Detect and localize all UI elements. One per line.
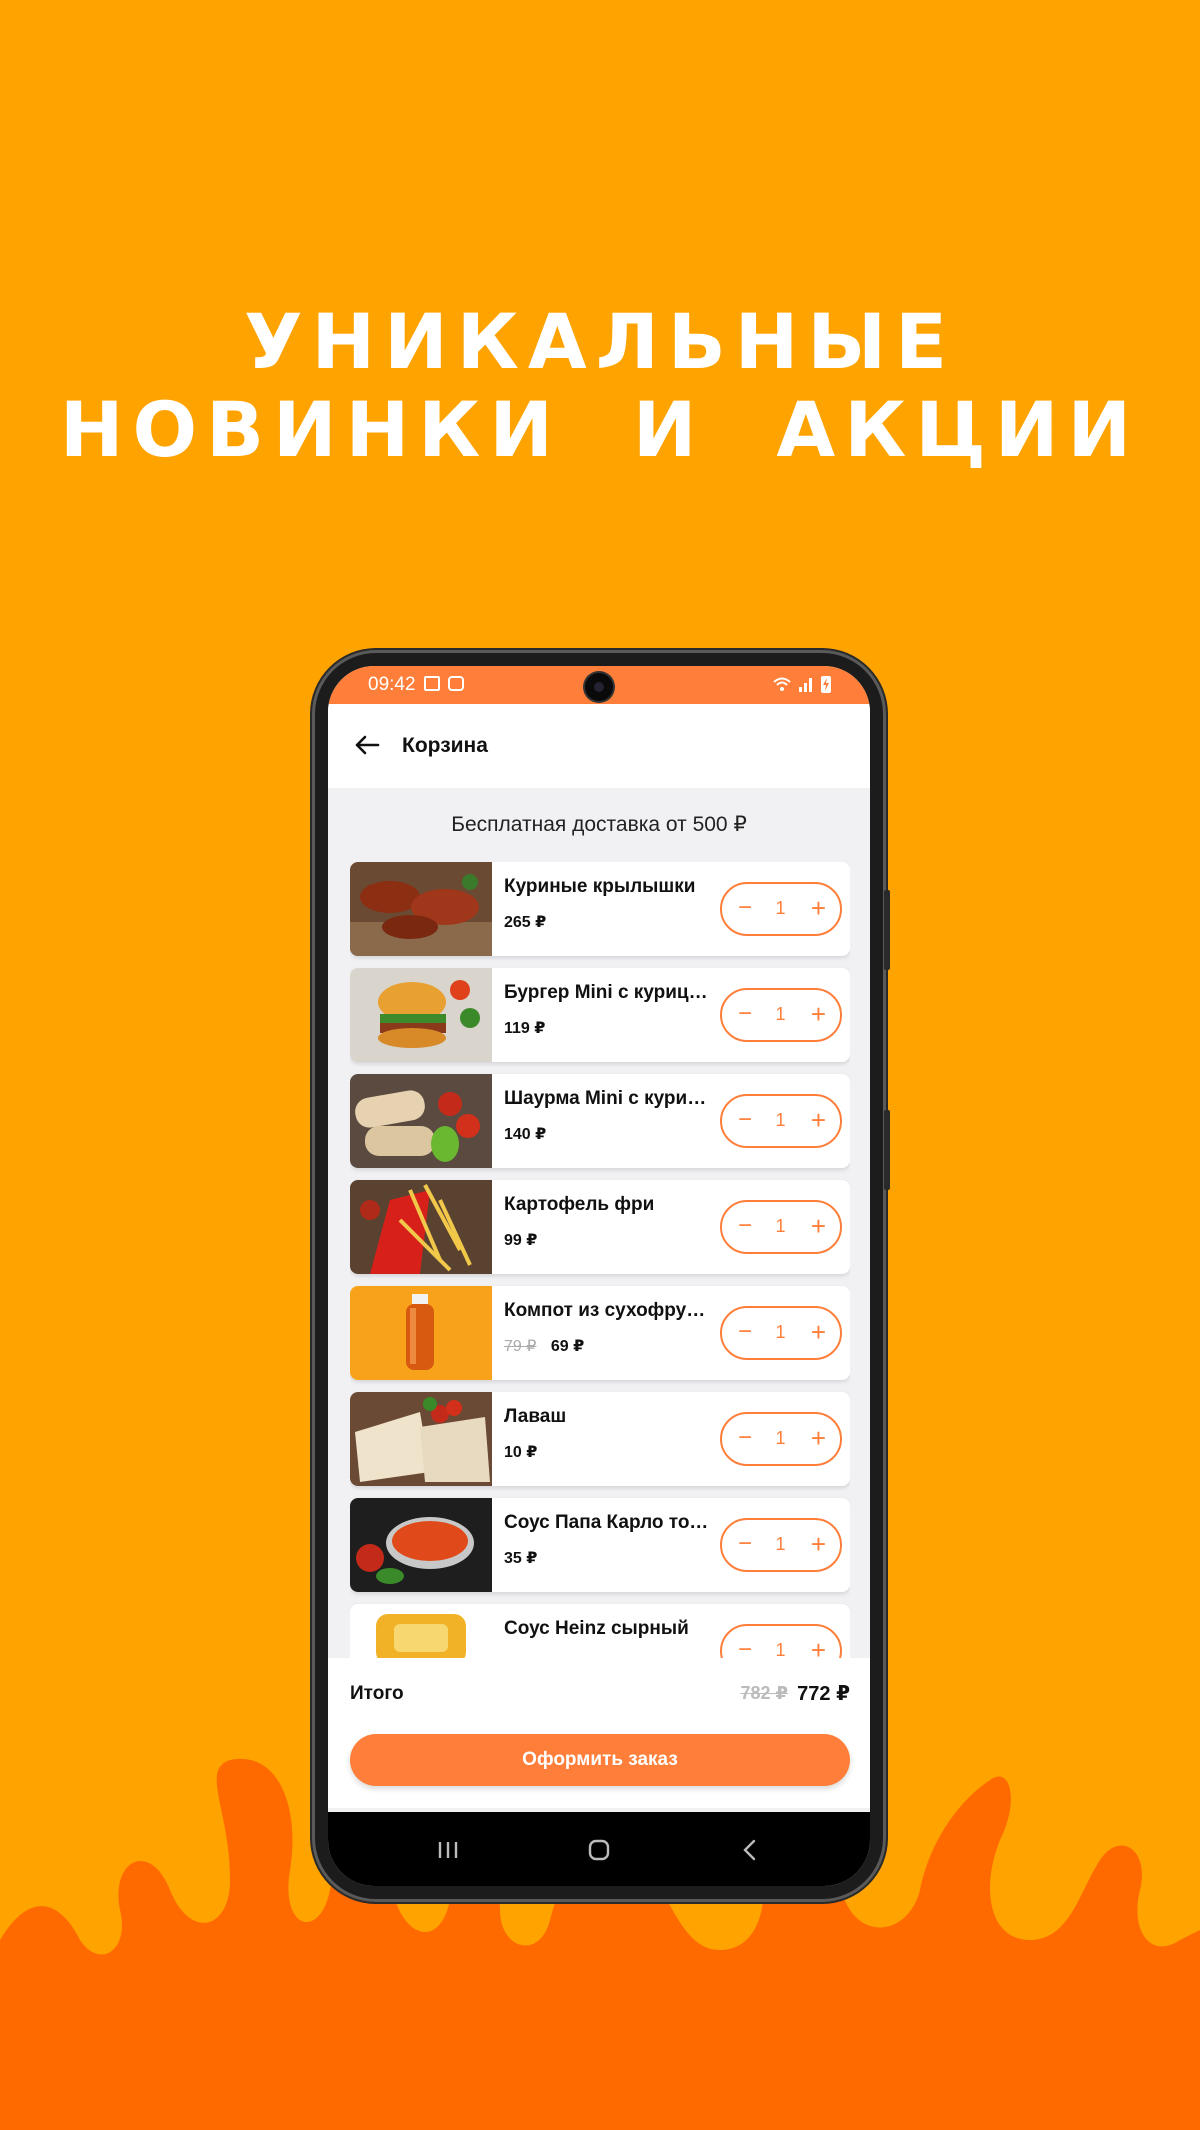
headline-line-1: УНИКАЛЬНЫЕ	[243, 297, 957, 386]
status-time: 09:42	[368, 674, 416, 695]
item-price-row: 140 ₽	[504, 1124, 546, 1144]
cart-item-cheese-sauce[interactable]: Соус Heinz сырный − 1 +	[350, 1604, 850, 1658]
total-price: 772 ₽	[797, 1683, 850, 1705]
home-icon[interactable]	[579, 1830, 619, 1870]
front-camera	[585, 673, 613, 701]
item-price-row: 99 ₽	[504, 1230, 537, 1250]
plus-icon[interactable]: +	[811, 1531, 826, 1557]
plus-icon[interactable]: +	[811, 1319, 826, 1345]
quantity-stepper[interactable]: − 1 +	[720, 1200, 842, 1254]
item-name: Соус Папа Карло томатный	[504, 1512, 709, 1533]
quantity-stepper[interactable]: − 1 +	[720, 1624, 842, 1658]
fries-image	[350, 1180, 492, 1274]
plus-icon[interactable]: +	[811, 895, 826, 921]
item-price-row: 10 ₽	[504, 1442, 537, 1462]
item-price-row: 119 ₽	[504, 1018, 545, 1038]
item-name: Соус Heinz сырный	[504, 1618, 689, 1639]
cart-item-compote[interactable]: Компот из сухофруктов 79 ₽ 69 ₽ − 1 +	[350, 1286, 850, 1380]
quantity-stepper[interactable]: − 1 +	[720, 988, 842, 1042]
tomato-sauce-image	[350, 1498, 492, 1592]
quantity-stepper[interactable]: − 1 +	[720, 882, 842, 936]
phone-power-button	[884, 1110, 890, 1190]
battery-charging-icon	[821, 676, 831, 693]
arrow-left-icon[interactable]	[350, 728, 384, 762]
cart-item-shawarma[interactable]: Шаурма Mini с курицей 140 ₽ − 1 +	[350, 1074, 850, 1168]
cart-item-fries[interactable]: Картофель фри 99 ₽ − 1 +	[350, 1180, 850, 1274]
lavash-image	[350, 1392, 492, 1486]
item-price: 265 ₽	[504, 914, 547, 931]
item-name: Бургер Mini с курицей	[504, 982, 709, 1003]
item-price: 140 ₽	[504, 1126, 547, 1143]
item-price: 69 ₽	[550, 1338, 585, 1355]
wifi-icon	[773, 677, 791, 691]
plus-icon[interactable]: +	[811, 1637, 826, 1658]
item-price-row: 265 ₽	[504, 912, 546, 932]
plus-icon[interactable]: +	[811, 1107, 826, 1133]
item-price-row: 35 ₽	[504, 1548, 537, 1568]
free-delivery-note: Бесплатная доставка от 500 ₽	[451, 813, 747, 836]
item-price-row: 79 ₽ 69 ₽	[504, 1336, 584, 1356]
shawarma-image	[350, 1074, 492, 1168]
plus-icon[interactable]: +	[811, 1425, 826, 1451]
recent-apps-icon[interactable]	[428, 1830, 468, 1870]
cart-item-burger[interactable]: Бургер Mini с курицей 119 ₽ − 1 +	[350, 968, 850, 1062]
promo-headline: УНИКАЛЬНЫЕ НОВИНКИ И АКЦИИ	[0, 298, 1200, 474]
app-bar: Корзина	[328, 704, 870, 788]
burger-image	[350, 968, 492, 1062]
signal-icon	[799, 678, 812, 692]
item-price: 35 ₽	[504, 1550, 538, 1567]
phone-volume-button	[884, 890, 890, 970]
phone-screen: 09:42 Корзина Бесплатная доставка от 500…	[328, 666, 870, 1886]
page-title: Корзина	[402, 734, 488, 757]
item-price: 119 ₽	[504, 1020, 546, 1037]
item-price: 10 ₽	[504, 1444, 538, 1461]
order-summary: Итого 782 ₽ 772 ₽ Оформить заказ	[328, 1658, 870, 1808]
image-icon	[424, 676, 440, 691]
compote-bottle-image	[350, 1286, 492, 1380]
total-old-price: 782 ₽	[740, 1683, 788, 1703]
item-name: Куриные крылышки	[504, 876, 696, 897]
cart-item-tomato-sauce[interactable]: Соус Папа Карло томатный 35 ₽ − 1 +	[350, 1498, 850, 1592]
status-bar: 09:42	[328, 666, 870, 704]
checkout-button[interactable]: Оформить заказ	[350, 1734, 850, 1786]
plus-icon[interactable]: +	[811, 1213, 826, 1239]
total-label: Итого	[350, 1683, 404, 1704]
item-price: 99 ₽	[504, 1232, 538, 1249]
item-name: Шаурма Mini с курицей	[504, 1088, 709, 1109]
cart-item-lavash[interactable]: Лаваш 10 ₽ − 1 +	[350, 1392, 850, 1486]
plus-icon[interactable]: +	[811, 1001, 826, 1027]
quantity-stepper[interactable]: − 1 +	[720, 1518, 842, 1572]
quantity-stepper[interactable]: − 1 +	[720, 1094, 842, 1148]
cheese-sauce-image	[350, 1604, 492, 1658]
item-name: Лаваш	[504, 1406, 567, 1427]
item-name: Компот из сухофруктов	[504, 1300, 709, 1321]
chicken-wings-image	[350, 862, 492, 956]
item-name: Картофель фри	[504, 1194, 655, 1215]
quantity-stepper[interactable]: − 1 +	[720, 1412, 842, 1466]
status-right-icons	[772, 674, 832, 694]
app-notification-icon	[448, 676, 464, 691]
item-old-price: 79 ₽	[504, 1338, 537, 1355]
headline-line-2: НОВИНКИ И АКЦИИ	[59, 385, 1141, 474]
cart-list[interactable]: Куриные крылышки 265 ₽ − 1 + Бургер Mini…	[350, 862, 850, 1658]
quantity-stepper[interactable]: − 1 +	[720, 1306, 842, 1360]
cart-item-chicken-wings[interactable]: Куриные крылышки 265 ₽ − 1 +	[350, 862, 850, 956]
system-nav-bar	[328, 1812, 870, 1886]
back-nav-icon[interactable]	[730, 1830, 770, 1870]
